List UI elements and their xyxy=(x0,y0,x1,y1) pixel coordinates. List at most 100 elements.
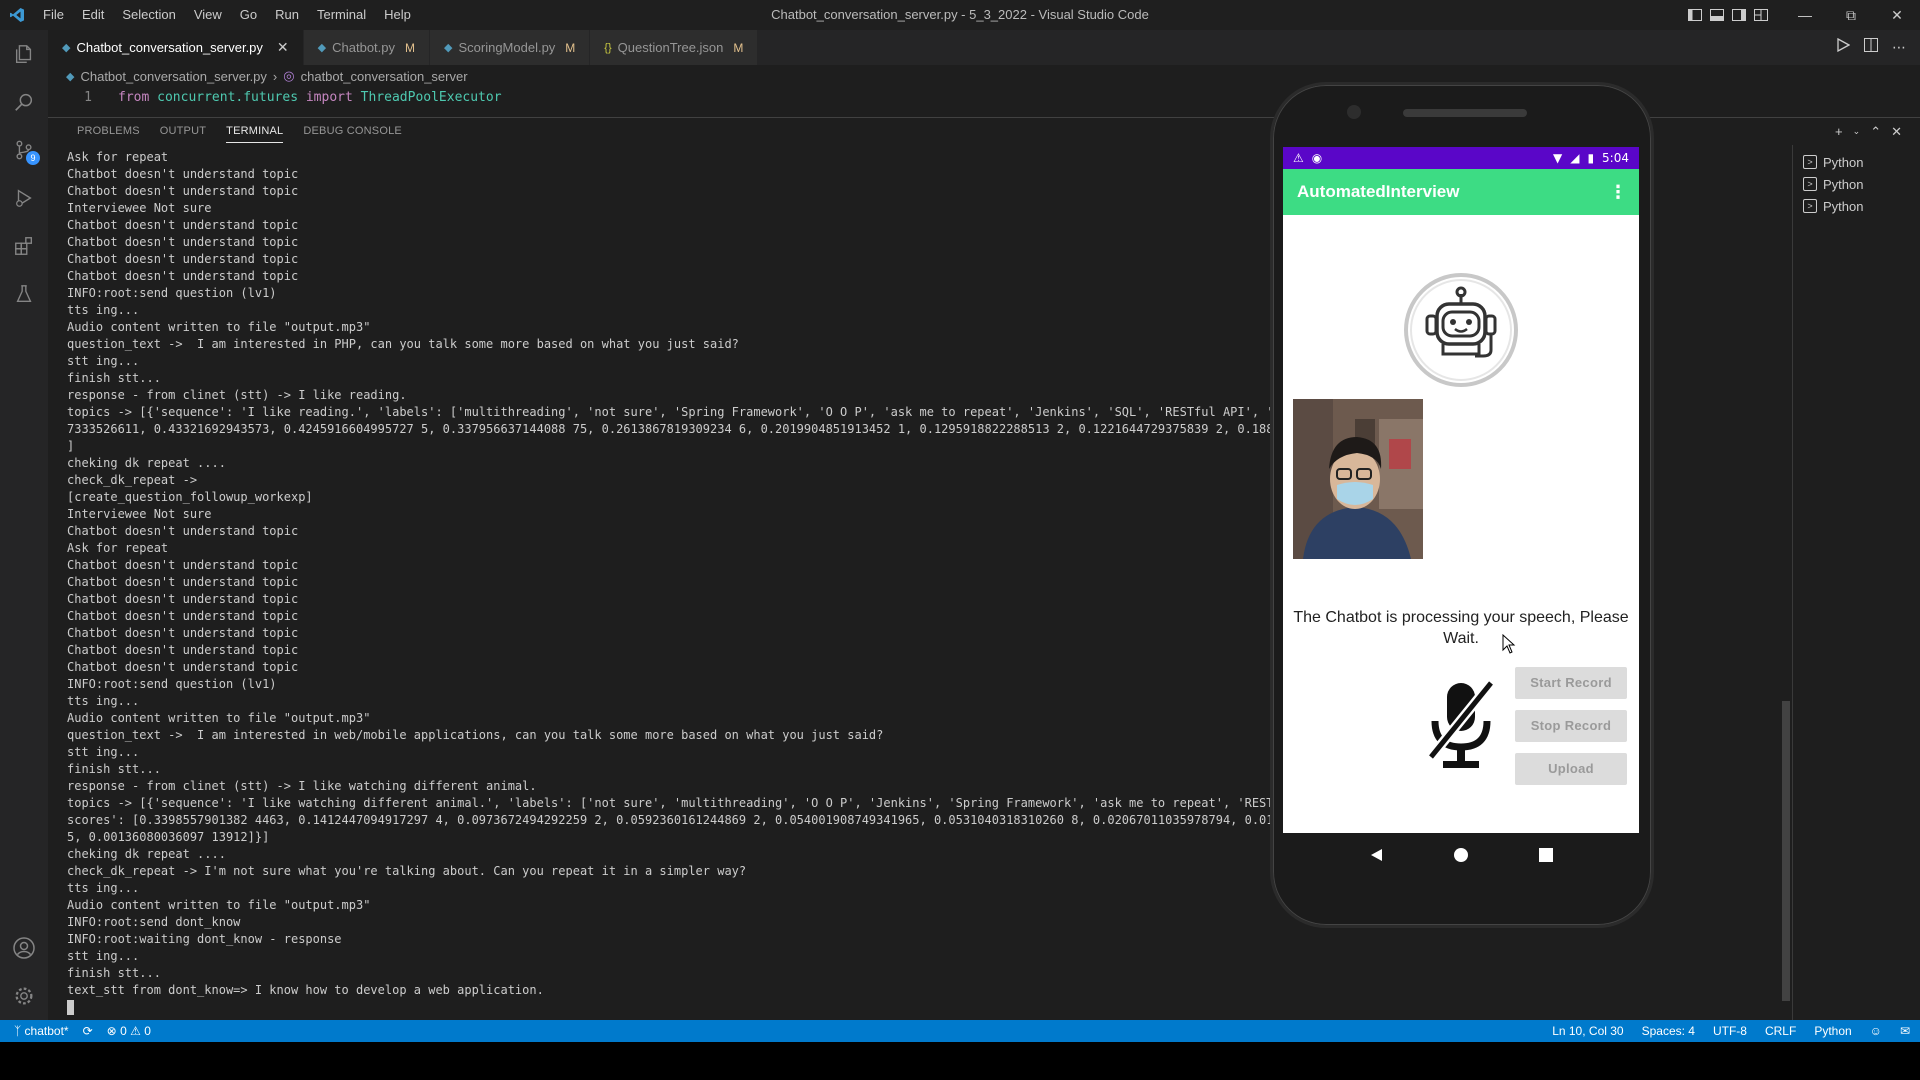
overflow-menu-icon[interactable]: ⋮ xyxy=(1609,182,1627,203)
app-bar: AutomatedInterview ⋮ xyxy=(1283,169,1639,215)
terminal-item[interactable]: > Python xyxy=(1793,173,1920,195)
warning-icon: ⚠ xyxy=(130,1024,141,1038)
terminal-label: Python xyxy=(1823,154,1864,170)
end-of-line[interactable]: CRLF xyxy=(1765,1024,1796,1038)
menu-view[interactable]: View xyxy=(185,0,231,30)
cursor-position[interactable]: Ln 10, Col 30 xyxy=(1552,1024,1623,1038)
menu-file[interactable]: File xyxy=(34,0,73,30)
modified-indicator: M xyxy=(565,40,576,55)
tab-label: ScoringModel.py xyxy=(458,40,556,55)
status-right: ▼ ◢ ▮ 5:04 xyxy=(1553,151,1629,165)
tab-debug-console[interactable]: DEBUG CONSOLE xyxy=(293,118,412,145)
modified-indicator: M xyxy=(405,40,415,55)
menu-selection[interactable]: Selection xyxy=(113,0,184,30)
editor-actions: ⋯ xyxy=(1836,30,1906,65)
terminal-icon: > xyxy=(1803,155,1817,169)
breadcrumb-file[interactable]: Chatbot_conversation_server.py xyxy=(80,69,266,84)
terminal-label: Python xyxy=(1823,198,1864,214)
account-icon[interactable] xyxy=(0,924,48,972)
language-mode[interactable]: Python xyxy=(1814,1024,1851,1038)
stop-record-button[interactable]: Stop Record xyxy=(1515,710,1627,742)
manage-gear-icon[interactable] xyxy=(0,972,48,1020)
menu-bar: File Edit Selection View Go Run Terminal… xyxy=(34,0,420,30)
window-controls: — ⧉ ✕ xyxy=(1684,0,1920,30)
tab-chatbot-conversation-server[interactable]: ◆ Chatbot_conversation_server.py ✕ xyxy=(48,30,304,65)
tab-terminal[interactable]: TERMINAL xyxy=(216,118,293,145)
python-file-icon: ◆ xyxy=(62,42,71,54)
android-emulator: ⚠ ◉ ▼ ◢ ▮ 5:04 AutomatedInterview ⋮ The … xyxy=(1270,82,1654,928)
terminal-list: > Python > Python > Python xyxy=(1792,145,1920,1020)
overview-icon[interactable] xyxy=(1538,847,1554,868)
toggle-panel-icon[interactable] xyxy=(1706,0,1728,30)
close-tab-icon[interactable]: ✕ xyxy=(277,39,289,56)
home-icon[interactable] xyxy=(1453,847,1469,868)
tab-chatbot[interactable]: ◆ Chatbot.py M xyxy=(303,30,430,65)
python-file-icon: ◆ xyxy=(317,42,327,54)
notification-icon: ◉ xyxy=(1311,151,1323,165)
source-control-icon[interactable]: 9 xyxy=(0,126,48,174)
explorer-icon[interactable] xyxy=(0,30,48,78)
mic-off-icon[interactable] xyxy=(1421,677,1501,775)
menu-go[interactable]: Go xyxy=(231,0,266,30)
terminal-item[interactable]: > Python xyxy=(1793,195,1920,217)
breadcrumb-symbol[interactable]: chatbot_conversation_server xyxy=(301,69,468,84)
menu-run[interactable]: Run xyxy=(266,0,308,30)
tab-output[interactable]: OUTPUT xyxy=(150,118,216,145)
back-icon[interactable] xyxy=(1368,847,1384,868)
sync-icon[interactable]: ⟳ xyxy=(83,1024,93,1038)
title-bar: File Edit Selection View Go Run Terminal… xyxy=(0,0,1920,30)
tab-label: QuestionTree.json xyxy=(617,40,724,55)
more-actions-icon[interactable]: ⋯ xyxy=(1892,39,1906,56)
customize-layout-icon[interactable] xyxy=(1750,0,1772,30)
wifi-icon: ▼ xyxy=(1552,151,1563,165)
robot-icon xyxy=(1403,272,1519,388)
tab-label: Chatbot.py xyxy=(332,40,395,55)
error-count: 0 xyxy=(120,1024,127,1038)
terminal-label: Python xyxy=(1823,176,1864,192)
app-title: AutomatedInterview xyxy=(1297,182,1460,201)
minimize-icon[interactable]: — xyxy=(1782,0,1828,30)
maximize-panel-icon[interactable]: ⌃ xyxy=(1870,124,1881,140)
notifications-bell-icon[interactable]: ✉ xyxy=(1900,1024,1910,1038)
split-editor-icon[interactable] xyxy=(1864,38,1878,57)
start-record-button[interactable]: Start Record xyxy=(1515,667,1627,699)
activity-bar-bottom xyxy=(0,924,48,1020)
close-panel-icon[interactable]: ✕ xyxy=(1891,124,1902,140)
upload-button[interactable]: Upload xyxy=(1515,753,1627,785)
search-icon[interactable] xyxy=(0,78,48,126)
branch-indicator[interactable]: ᛉ chatbot* xyxy=(14,1024,69,1038)
menu-help[interactable]: Help xyxy=(375,0,420,30)
mouse-cursor-icon xyxy=(1502,633,1516,659)
testing-icon[interactable] xyxy=(0,270,48,318)
editor-tabs: ◆ Chatbot_conversation_server.py ✕ ◆ Cha… xyxy=(48,30,1920,65)
indentation[interactable]: Spaces: 4 xyxy=(1642,1024,1695,1038)
problems-indicator[interactable]: ⊗ 0 ⚠ 0 xyxy=(107,1024,151,1038)
python-file-icon: ◆ xyxy=(444,42,453,54)
chevron-down-icon[interactable]: ⌄ xyxy=(1853,126,1861,137)
terminal-scrollbar[interactable] xyxy=(1782,701,1790,1001)
restore-icon[interactable]: ⧉ xyxy=(1828,0,1874,30)
toggle-primary-sidebar-icon[interactable] xyxy=(1684,0,1706,30)
tab-label: Chatbot_conversation_server.py xyxy=(76,40,263,55)
letterbox xyxy=(0,1042,1920,1080)
tab-scoring-model[interactable]: ◆ ScoringModel.py M xyxy=(430,30,591,65)
code-token: concurrent.futures xyxy=(157,89,299,105)
menu-edit[interactable]: Edit xyxy=(73,0,113,30)
toggle-secondary-sidebar-icon[interactable] xyxy=(1728,0,1750,30)
terminal-icon: > xyxy=(1803,199,1817,213)
encoding[interactable]: UTF-8 xyxy=(1713,1024,1747,1038)
new-terminal-icon[interactable]: + xyxy=(1835,124,1843,139)
extensions-icon[interactable] xyxy=(0,222,48,270)
feedback-icon[interactable]: ☺ xyxy=(1870,1024,1882,1038)
terminal-item[interactable]: > Python xyxy=(1793,151,1920,173)
terminal-icon: > xyxy=(1803,177,1817,191)
terminal-line: INFO:root:waiting dont_know - response xyxy=(67,932,342,946)
run-python-file-icon[interactable] xyxy=(1836,37,1851,57)
close-window-icon[interactable]: ✕ xyxy=(1874,0,1920,30)
tab-question-tree[interactable]: {} QuestionTree.json M xyxy=(590,30,759,65)
tab-problems[interactable]: PROBLEMS xyxy=(67,118,150,145)
menu-terminal[interactable]: Terminal xyxy=(308,0,375,30)
error-icon: ⊗ xyxy=(106,1024,117,1038)
run-debug-icon[interactable] xyxy=(0,174,48,222)
status-left: ⚠ ◉ xyxy=(1293,151,1322,165)
